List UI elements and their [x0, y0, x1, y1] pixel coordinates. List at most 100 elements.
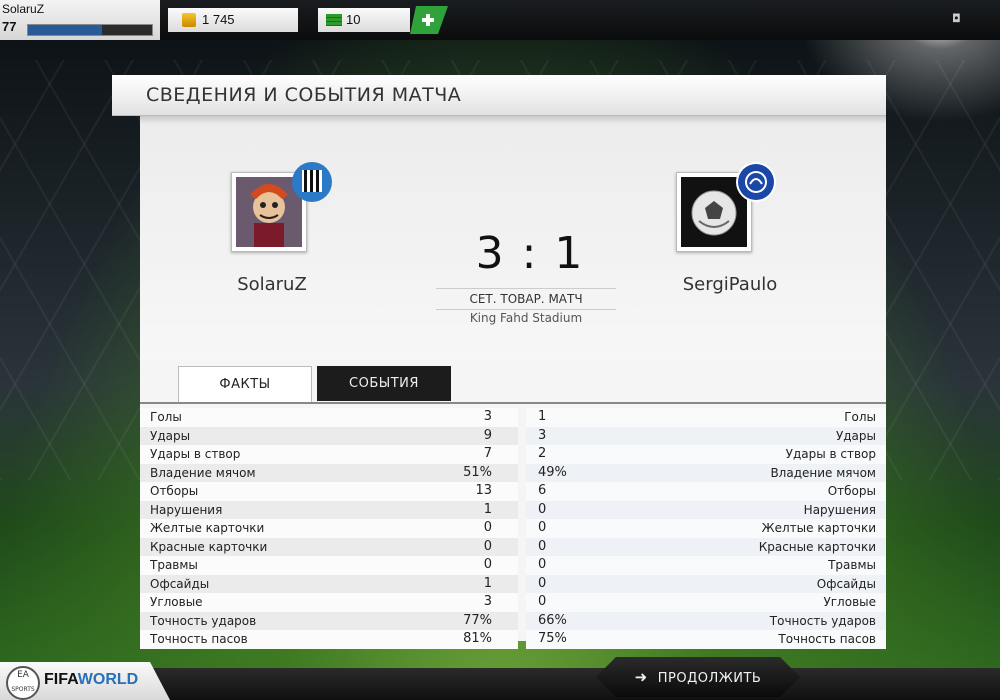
away-stat-cell: [526, 408, 886, 427]
table-row: Травмы 0 0 Травмы: [140, 556, 886, 575]
home-stat-label: Голы: [150, 410, 182, 424]
top-bar: SolaruZ 77 1 745 10 ◘: [0, 0, 1000, 40]
stats-table: Голы 3 1 Голы Удары 9 3 Удары Удары в створ 7 2 Уда…: [140, 408, 886, 649]
away-stat-value: 0: [538, 594, 547, 609]
points-value: 10: [346, 12, 361, 27]
home-stat-label: Офсайды: [150, 576, 210, 591]
home-stat-label: Травмы: [150, 558, 198, 572]
table-row: Точность ударов 77% 66% Точность ударов: [140, 611, 886, 630]
away-stat-label: Владение мячом: [770, 465, 876, 480]
home-stat-value: 51%: [463, 464, 492, 480]
panel-body: SolaruZ 3 : 1 СЕТ. ТОВАР. МАТЧ King Fahd…: [140, 116, 886, 649]
table-row: Угловые 3 0 Угловые: [140, 593, 886, 612]
away-stat-value: 75%: [538, 631, 567, 646]
fifa-world-logo: EA SPORTS FIFAWORLD: [0, 662, 170, 700]
tab-divider: [140, 402, 886, 404]
home-stat-label: Точность пасов: [150, 632, 248, 646]
away-stat-value: 1: [538, 409, 547, 424]
coins-value: 1 745: [202, 12, 235, 27]
away-stat-label: Угловые: [823, 595, 876, 609]
match-score: 3 : 1: [475, 228, 585, 279]
home-stat-value: 77%: [463, 612, 492, 628]
away-stat-value: 0: [538, 575, 547, 591]
table-row: Точность пасов 81% 75% Точность пасов: [140, 630, 886, 649]
home-stat-label: Владение мячом: [150, 465, 256, 480]
table-row: Нарушения 1 0 Нарушения: [140, 500, 886, 519]
home-stat-label: Отборы: [150, 484, 199, 498]
points-icon: [326, 14, 342, 26]
home-stat-value: 1: [483, 575, 492, 591]
away-stat-label: Офсайды: [816, 576, 876, 591]
xp-progress-fill: [28, 25, 103, 35]
home-stat-value: 3: [483, 409, 492, 424]
arrow-right-icon: ➜: [634, 668, 648, 686]
continue-button[interactable]: ➜ ПРОДОЛЖИТЬ: [596, 657, 800, 697]
away-stat-value: 0: [538, 501, 547, 517]
table-row: Красные карточки 0 0 Красные карточки: [140, 537, 886, 556]
coins-counter[interactable]: 1 745: [168, 8, 298, 32]
newcastle-crest-icon: [292, 162, 332, 202]
title-shadow: [140, 116, 886, 124]
home-stat-label: Красные карточки: [150, 539, 268, 554]
away-stat-value: 0: [538, 557, 547, 572]
home-stat-value: 13: [475, 483, 492, 498]
away-stat-label: Точность ударов: [769, 613, 876, 628]
home-stat-label: Желтые карточки: [150, 521, 265, 535]
home-stat-value: 0: [483, 520, 492, 535]
away-stat-label: Желтые карточки: [761, 521, 876, 535]
away-stat-label: Отборы: [827, 484, 876, 498]
table-row: Голы 3 1 Голы: [140, 408, 886, 427]
home-stat-label: Угловые: [150, 595, 203, 609]
away-stat-value: 2: [538, 446, 547, 461]
away-stat-label: Красные карточки: [758, 539, 876, 554]
chelsea-crest-icon: [736, 162, 776, 202]
home-stat-value: 3: [483, 594, 492, 609]
table-row: Желтые карточки 0 0 Желтые карточки: [140, 519, 886, 538]
home-stat-value: 9: [483, 427, 492, 443]
table-row: Удары 9 3 Удары: [140, 426, 886, 445]
away-stat-label: Удары в створ: [785, 447, 876, 461]
away-stat-value: 6: [538, 483, 547, 498]
panel-title: СВЕДЕНИЯ И СОБЫТИЯ МАТЧА: [146, 84, 462, 106]
away-stat-value: 3: [538, 427, 547, 443]
table-row: Офсайды 1 0 Офсайды: [140, 574, 886, 593]
away-stat-label: Нарушения: [803, 502, 876, 517]
away-stat-label: Травмы: [828, 558, 876, 572]
continue-label: ПРОДОЛЖИТЬ: [657, 671, 762, 686]
add-points-button[interactable]: [410, 6, 448, 34]
tab-facts[interactable]: ФАКТЫ: [178, 366, 312, 402]
username: SolaruZ: [2, 2, 45, 16]
away-stat-value: 49%: [538, 464, 567, 480]
away-stat-label: Голы: [844, 410, 876, 424]
away-stat-value: 0: [538, 520, 547, 535]
away-stat-value: 0: [538, 538, 547, 554]
camera-icon[interactable]: ◘: [952, 12, 966, 25]
away-stat-label: Точность пасов: [778, 632, 876, 646]
away-player-name: SergiPaulo: [682, 274, 778, 295]
table-row: Владение мячом 51% 49% Владение мячом: [140, 463, 886, 482]
table-row: Отборы 13 6 Отборы: [140, 482, 886, 501]
home-stat-value: 7: [483, 446, 492, 461]
home-stat-value: 81%: [463, 631, 492, 646]
profile-panel[interactable]: SolaruZ 77: [0, 0, 160, 40]
home-stat-label: Удары в створ: [150, 447, 241, 461]
coins-icon: [182, 13, 196, 27]
points-counter[interactable]: 10: [318, 8, 410, 32]
ea-sports-logo: EA SPORTS: [6, 666, 40, 700]
xp-progress-bar: [27, 24, 153, 36]
fifa-world-wordmark: FIFAWORLD: [44, 671, 139, 688]
home-stat-label: Удары: [150, 428, 191, 443]
table-row: Удары в створ 7 2 Удары в створ: [140, 445, 886, 464]
home-stat-value: 0: [483, 557, 492, 572]
panel-title-bar: СВЕДЕНИЯ И СОБЫТИЯ МАТЧА: [112, 75, 886, 116]
away-stat-cell: [526, 426, 886, 445]
player-level: 77: [2, 19, 17, 34]
home-stat-label: Нарушения: [150, 502, 223, 517]
tab-events[interactable]: СОБЫТИЯ: [317, 366, 451, 401]
away-stat-label: Удары: [835, 428, 876, 443]
match-type: СЕТ. ТОВАР. МАТЧ: [436, 288, 616, 310]
stadium-name: King Fahd Stadium: [469, 311, 583, 325]
home-stat-value: 1: [483, 501, 492, 517]
match-details-panel: СВЕДЕНИЯ И СОБЫТИЯ МАТЧА SolaruZ 3 : 1 С…: [112, 75, 886, 649]
away-stat-value: 66%: [538, 612, 567, 628]
